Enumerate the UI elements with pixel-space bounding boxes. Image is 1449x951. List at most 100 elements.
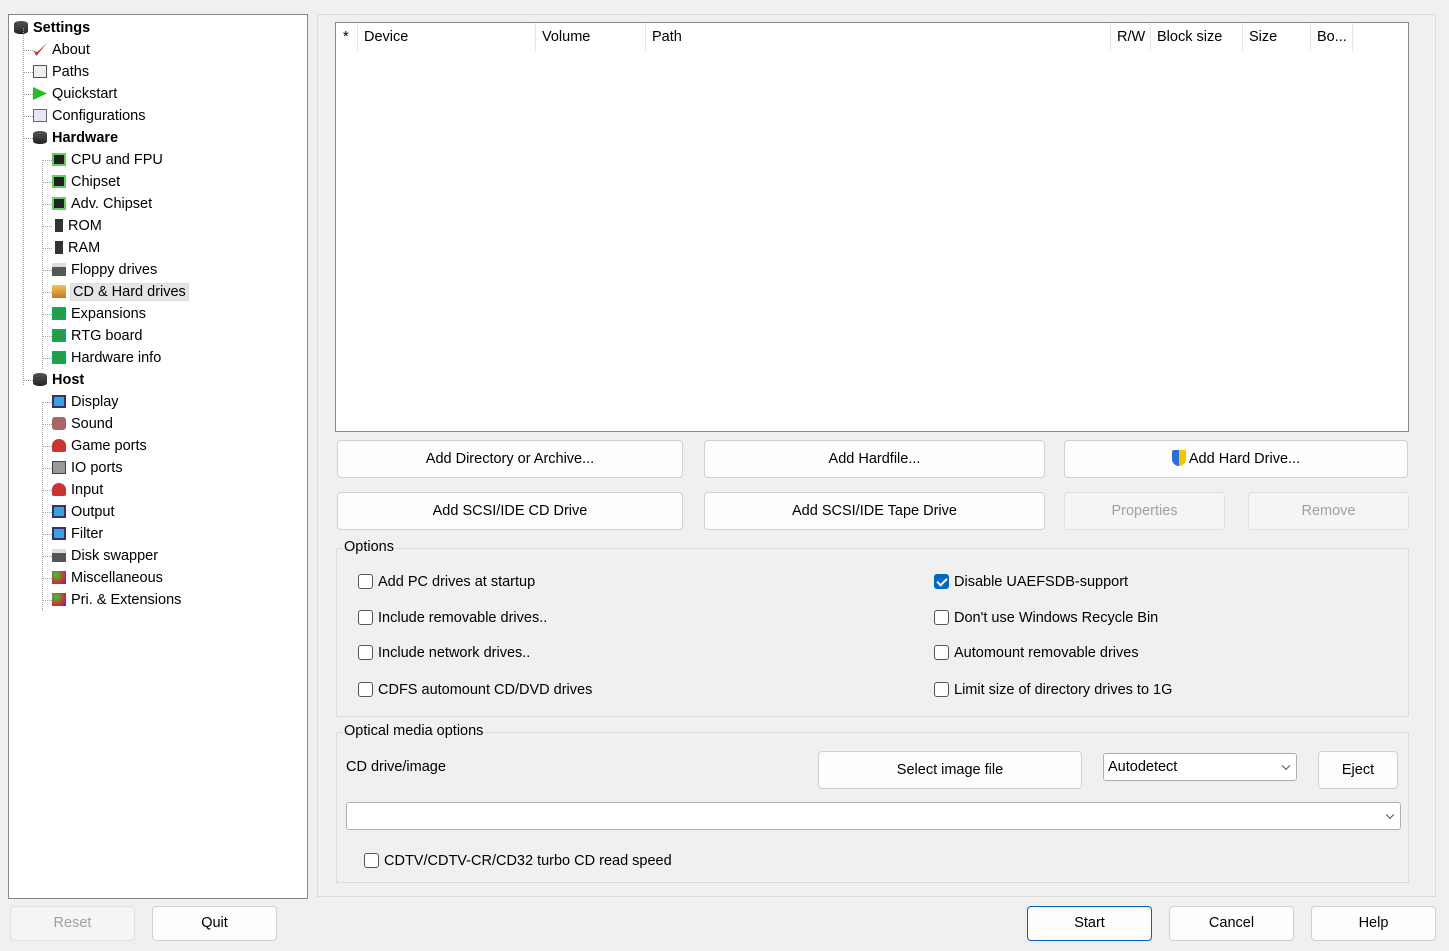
tree-item-label: Pri. & Extensions	[71, 592, 182, 608]
tree-connector	[42, 182, 52, 183]
tree-item-filter[interactable]: Filter	[52, 524, 103, 544]
options-title: Options	[342, 539, 396, 555]
option-checkbox[interactable]: Add PC drives at startup	[358, 573, 535, 591]
cd-mode-dropdown[interactable]: Autodetect	[1103, 753, 1297, 781]
quit-button[interactable]: Quit	[152, 906, 277, 941]
tree-item-host[interactable]: Host	[33, 370, 84, 390]
checkbox-box[interactable]	[364, 853, 379, 868]
tree-item-settings[interactable]: Settings	[14, 18, 90, 38]
column-header[interactable]: Block size	[1151, 23, 1243, 51]
column-header[interactable]: Size	[1243, 23, 1311, 51]
tree-item-label: Display	[71, 394, 119, 410]
tree-connector	[23, 50, 33, 51]
tree-item-label: Game ports	[71, 438, 147, 454]
checkbox-box[interactable]	[358, 574, 373, 589]
column-header[interactable]: *	[338, 23, 358, 51]
add-cd-drive-button[interactable]: Add SCSI/IDE CD Drive	[337, 492, 683, 530]
disk-stack-icon	[33, 131, 47, 144]
tree-item-configurations[interactable]: Configurations	[33, 106, 146, 126]
settings-tree[interactable]: Settings About Paths Quickstart Configuratio…	[8, 14, 308, 899]
select-image-button[interactable]: Select image file	[818, 751, 1082, 789]
tree-item-io-ports[interactable]: IO ports	[52, 458, 123, 478]
remove-button[interactable]: Remove	[1248, 492, 1409, 530]
option-label: Limit size of directory drives to 1G	[954, 682, 1173, 698]
tree-item-display[interactable]: Display	[52, 392, 119, 412]
properties-button[interactable]: Properties	[1064, 492, 1225, 530]
tree-item-ram[interactable]: RAM	[52, 238, 100, 258]
tree-item-miscellaneous[interactable]: Miscellaneous	[52, 568, 163, 588]
option-checkbox[interactable]: Include removable drives..	[358, 609, 547, 627]
tree-connector	[42, 358, 52, 359]
tree-connector	[42, 160, 52, 161]
reset-button[interactable]: Reset	[10, 906, 135, 941]
add-tape-drive-button[interactable]: Add SCSI/IDE Tape Drive	[704, 492, 1045, 530]
tree-item-pri-extensions[interactable]: Pri. & Extensions	[52, 590, 181, 610]
tree-item-input[interactable]: Input	[52, 480, 103, 500]
tree-item-cpu-and-fpu[interactable]: CPU and FPU	[52, 150, 163, 170]
option-checkbox[interactable]: Disable UAEFSDB-support	[934, 573, 1128, 591]
add-hard-drive-button[interactable]: Add Hard Drive...	[1064, 440, 1408, 478]
checkbox-box[interactable]	[934, 610, 949, 625]
tree-item-adv-chipset[interactable]: Adv. Chipset	[52, 194, 152, 214]
turbo-cd-label: CDTV/CDTV-CR/CD32 turbo CD read speed	[384, 853, 672, 869]
tree-connector	[23, 138, 33, 139]
tree-item-paths[interactable]: Paths	[33, 62, 89, 82]
column-header[interactable]: Bo...	[1311, 23, 1353, 51]
tree-item-rtg-board[interactable]: RTG board	[52, 326, 142, 346]
column-header[interactable]: Path	[646, 23, 1111, 51]
monitor-icon	[52, 395, 66, 408]
misc-icon	[52, 571, 66, 584]
tree-item-hardware-info[interactable]: Hardware info	[52, 348, 161, 368]
tree-connector	[42, 468, 52, 469]
checkbox-box[interactable]	[934, 574, 949, 589]
tree-item-label: Miscellaneous	[71, 570, 163, 586]
chip-icon	[52, 153, 66, 166]
turbo-cd-checkbox[interactable]: CDTV/CDTV-CR/CD32 turbo CD read speed	[364, 852, 672, 870]
tree-item-rom[interactable]: ROM	[52, 216, 102, 236]
tree-item-chipset[interactable]: Chipset	[52, 172, 120, 192]
column-header[interactable]: Volume	[536, 23, 646, 51]
option-label: Add PC drives at startup	[378, 574, 536, 590]
column-header[interactable]: Device	[358, 23, 536, 51]
option-checkbox[interactable]: Limit size of directory drives to 1G	[934, 681, 1172, 699]
option-checkbox[interactable]: CDFS automount CD/DVD drives	[358, 681, 592, 699]
checkbox-box[interactable]	[934, 682, 949, 697]
tree-item-about[interactable]: About	[33, 40, 90, 60]
tree-item-output[interactable]: Output	[52, 502, 115, 522]
play-icon	[33, 87, 47, 100]
help-button[interactable]: Help	[1311, 906, 1436, 941]
option-checkbox[interactable]: Don't use Windows Recycle Bin	[934, 609, 1158, 627]
start-button[interactable]: Start	[1027, 906, 1152, 941]
tree-item-game-ports[interactable]: Game ports	[52, 436, 147, 456]
tree-item-sound[interactable]: Sound	[52, 414, 113, 434]
tree-item-hardware[interactable]: Hardware	[33, 128, 118, 148]
checkbox-box[interactable]	[358, 682, 373, 697]
checkmark-icon	[33, 43, 47, 56]
option-label: Include removable drives..	[378, 610, 548, 626]
board-icon	[52, 307, 66, 320]
memory-icon	[55, 219, 63, 232]
checkbox-box[interactable]	[934, 645, 949, 660]
column-header[interactable]: R/W	[1111, 23, 1151, 51]
tree-item-cd-hard-drives[interactable]: CD & Hard drives	[52, 282, 189, 302]
tree-item-disk-swapper[interactable]: Disk swapper	[52, 546, 158, 566]
cancel-button[interactable]: Cancel	[1169, 906, 1294, 941]
tree-item-expansions[interactable]: Expansions	[52, 304, 146, 324]
tree-connector	[42, 314, 52, 315]
tree-connector	[42, 270, 52, 271]
add-directory-button[interactable]: Add Directory or Archive...	[337, 440, 683, 478]
tree-item-quickstart[interactable]: Quickstart	[33, 84, 117, 104]
drive-list[interactable]: * Device Volume Path R/W Block size Size Bo...	[335, 22, 1409, 432]
option-checkbox[interactable]: Automount removable drives	[934, 644, 1139, 662]
checkbox-box[interactable]	[358, 610, 373, 625]
tree-connector	[42, 226, 52, 227]
tree-connector	[42, 556, 52, 557]
cd-path-combobox[interactable]	[346, 802, 1401, 830]
option-checkbox[interactable]: Include network drives..	[358, 644, 530, 662]
tree-connector	[42, 578, 52, 579]
add-hardfile-button[interactable]: Add Hardfile...	[704, 440, 1045, 478]
tree-connector	[42, 402, 52, 403]
tree-item-floppy-drives[interactable]: Floppy drives	[52, 260, 157, 280]
eject-button[interactable]: Eject	[1318, 751, 1398, 789]
checkbox-box[interactable]	[358, 645, 373, 660]
